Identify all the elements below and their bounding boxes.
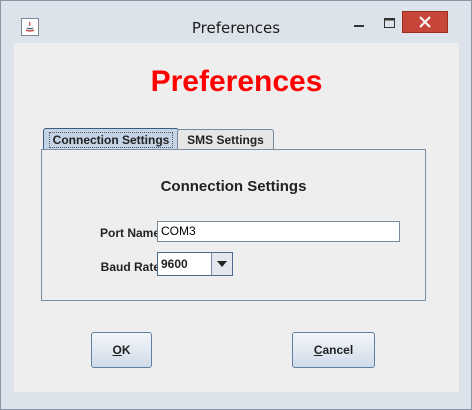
page-title: Preferences — [150, 65, 323, 98]
ok-mnemonic: O — [112, 343, 122, 357]
close-icon — [419, 16, 431, 28]
title-bar[interactable]: Preferences — [1, 1, 471, 37]
close-button[interactable] — [402, 11, 448, 33]
tab-sms-settings-label: SMS Settings — [187, 132, 264, 147]
baud-rate-select[interactable]: 9600 — [157, 252, 233, 276]
minimize-icon — [354, 25, 364, 27]
cancel-mnemonic: C — [313, 343, 323, 357]
maximize-button[interactable] — [376, 13, 402, 33]
tab-sms-settings[interactable]: SMS Settings — [177, 129, 274, 149]
port-name-input[interactable]: COM3 — [157, 221, 400, 242]
port-name-label: Port Name: — [99, 226, 164, 240]
ok-button[interactable]: OK — [91, 332, 152, 368]
baud-rate-label: Baud Rate: — [100, 260, 164, 274]
preferences-window: Preferences Preferences Connection Setti… — [0, 0, 472, 410]
baud-rate-dropdown-button[interactable] — [211, 253, 232, 275]
baud-rate-value: 9600 — [161, 257, 188, 271]
cancel-label-rest: ancel — [322, 343, 354, 357]
minimize-button[interactable] — [346, 13, 372, 33]
maximize-icon — [383, 18, 395, 28]
connection-settings-panel: Connection Settings Port Name: COM3 Baud… — [41, 149, 426, 301]
ok-label-rest: K — [121, 343, 131, 357]
tab-connection-settings-label: Connection Settings — [48, 131, 174, 148]
chevron-down-icon — [217, 261, 227, 267]
tab-connection-settings[interactable]: Connection Settings — [43, 128, 179, 150]
cancel-button[interactable]: Cancel — [292, 332, 375, 368]
dialog-content: Preferences Connection Settings SMS Sett… — [14, 43, 459, 392]
section-title: Connection Settings — [160, 178, 307, 195]
